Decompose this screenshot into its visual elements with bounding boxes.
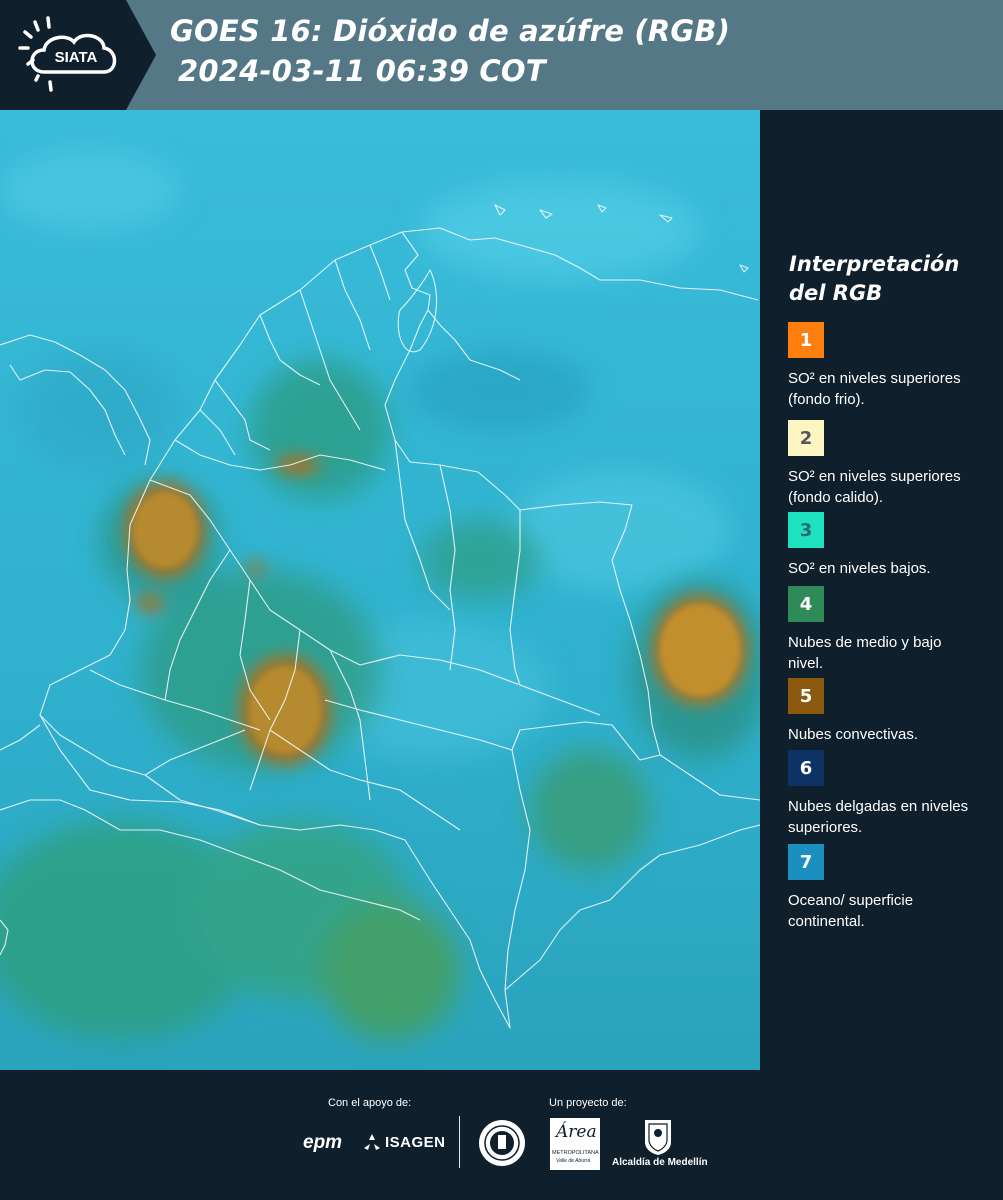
siata-logo: SIATA (0, 0, 156, 110)
legend-title: Interpretación del RGB (789, 252, 960, 305)
header-bar: SIATA GOES 16: Dióxido de azúfre (RGB) 2… (0, 0, 1003, 110)
legend-swatch: 7 (788, 844, 824, 880)
legend-item: 3 SO² en niveles bajos. (788, 512, 993, 579)
legend-item: 7 Oceano/ superficie continental. (788, 844, 993, 932)
legend-item: 6 Nubes delgadas en niveles superiores. (788, 750, 993, 838)
alcaldia-shield-icon (645, 1120, 671, 1155)
satellite-map[interactable] (0, 110, 760, 1070)
page-title: GOES 16: Dióxido de azúfre (RGB) (170, 14, 731, 48)
legend-item: 1 SO² en niveles superiores (fondo frio). (788, 322, 993, 410)
legend-swatch: 3 (788, 512, 824, 548)
legend-item: 5 Nubes convectivas. (788, 678, 993, 745)
legend-swatch: 5 (788, 678, 824, 714)
isagen-icon (364, 1134, 380, 1150)
siata-logo-text: SIATA (55, 49, 98, 66)
footer: Con el apoyo de: Un proyecto de: epm ISA… (0, 1070, 1003, 1200)
legend-swatch: 1 (788, 322, 824, 358)
project-label: Un proyecto de: (549, 1097, 627, 1109)
isagen-logo: ISAGEN (385, 1134, 446, 1151)
support-label: Con el apoyo de: (328, 1097, 412, 1109)
rgb-legend: Interpretación del RGB 1 SO² en niveles s… (770, 250, 995, 930)
epm-logo: epm (303, 1132, 343, 1153)
legend-swatch: 2 (788, 420, 824, 456)
legend-label: Oceano/ superficie continental. (788, 892, 914, 930)
area-logo-text: Área (556, 1122, 597, 1142)
legend-label: SO² en niveles superiores (fondo frio). (788, 370, 961, 408)
alcaldia-label: Alcaldía de Medellín (612, 1157, 708, 1168)
legend-label: Nubes convectivas. (788, 726, 919, 743)
legend-label: Nubes delgadas en niveles superiores. (788, 798, 969, 836)
legend-swatch: 6 (788, 750, 824, 786)
area-subtext: METROPOLITANA (552, 1150, 599, 1156)
page-subtitle-timestamp: 2024-03-11 06:39 COT (178, 54, 546, 88)
legend-label: SO² en niveles superiores (fondo calido)… (788, 468, 961, 506)
legend-item: 2 SO² en niveles superiores (fondo calido… (788, 420, 993, 508)
footer-divider (459, 1116, 460, 1168)
legend-item: 4 Nubes de medio y bajo nivel. (788, 586, 993, 674)
medellin-seal-icon (479, 1120, 525, 1166)
area-subtext-2: Valle de Aburrá (556, 1158, 591, 1164)
legend-swatch: 4 (788, 586, 824, 622)
legend-label: SO² en niveles bajos. (788, 560, 931, 577)
legend-label: Nubes de medio y bajo nivel. (788, 634, 942, 672)
area-metropolitana-logo: Área METROPOLITANA Valle de Aburrá (550, 1118, 600, 1170)
